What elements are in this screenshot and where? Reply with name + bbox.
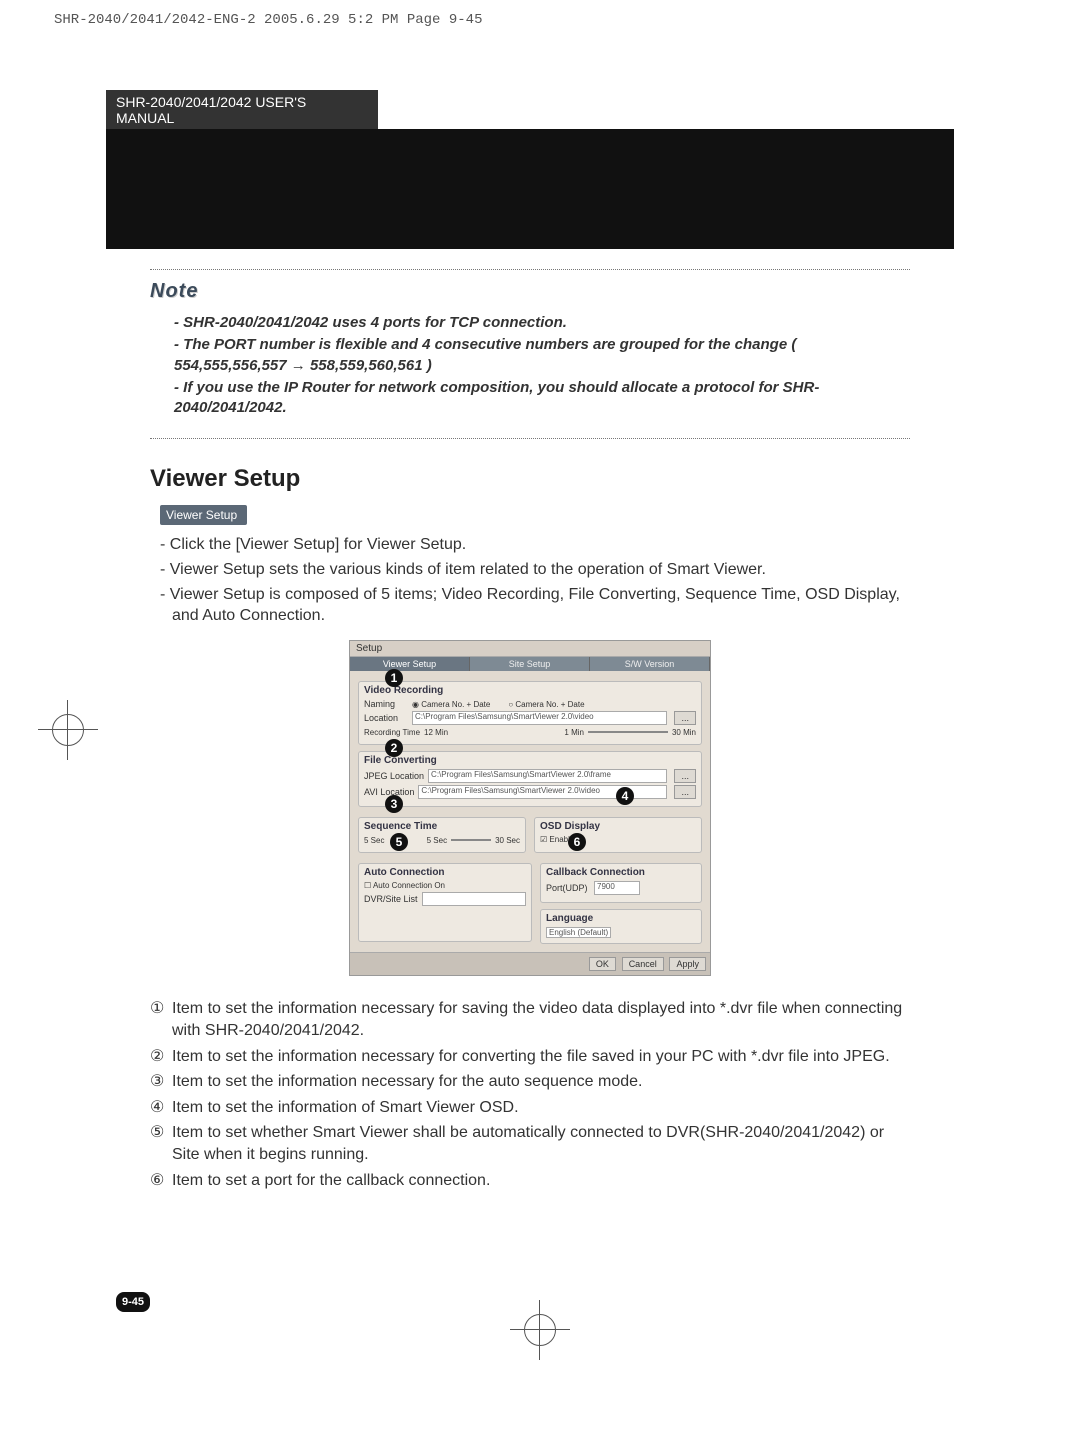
group-sequence-time: Sequence Time 5 Sec 5 Sec 30 Sec	[358, 817, 526, 853]
seq-slider[interactable]	[451, 839, 491, 841]
cancel-button[interactable]: Cancel	[622, 957, 664, 971]
note-body: - SHR-2040/2041/2042 uses 4 ports for TC…	[174, 313, 910, 418]
group-auto-connection: Auto Connection ☐ Auto Connection On DVR…	[358, 863, 532, 942]
label-location: Location	[364, 713, 408, 723]
group-osd-display: OSD Display ☑ Enable	[534, 817, 702, 853]
tab-viewer-setup[interactable]: Viewer Setup	[350, 657, 470, 671]
manual-header: SHR-2040/2041/2042 USER'S MANUAL	[106, 90, 378, 130]
note-line: - The PORT number is flexible and 4 cons…	[174, 335, 910, 376]
group-file-converting: File Converting JPEG Location C:\Program…	[358, 751, 702, 807]
location-input[interactable]: C:\Program Files\Samsung\SmartViewer 2.0…	[412, 711, 667, 725]
seq-cur: 5 Sec	[364, 836, 384, 845]
group-title: Callback Connection	[546, 867, 696, 878]
group-title: Auto Connection	[364, 867, 526, 878]
dialog-footer: OK Cancel Apply	[350, 952, 710, 975]
legend-text: Item to set the information necessary fo…	[172, 1046, 890, 1068]
manual-page: SHR-2040/2041/2042 USER'S MANUAL Note - …	[120, 90, 940, 1290]
legend-marker: ⑥	[150, 1170, 172, 1192]
radio-option-a[interactable]: ◉ Camera No. + Date	[412, 700, 490, 709]
osd-checkbox[interactable]: ☑ Enable	[540, 835, 696, 844]
crop-mark-text: SHR-2040/2041/2042-ENG-2 2005.6.29 5:2 P…	[54, 12, 482, 28]
setup-dialog-screenshot: Setup Viewer Setup Site Setup S/W Versio…	[349, 640, 711, 976]
tab-site-setup[interactable]: Site Setup	[470, 657, 590, 671]
divider	[150, 438, 910, 439]
browse-button[interactable]: ...	[674, 769, 696, 783]
port-input[interactable]: 7900	[594, 881, 640, 895]
page-number-badge: 9-45	[116, 1292, 150, 1312]
group-title: Video Recording	[364, 685, 696, 696]
browse-button[interactable]: ...	[674, 785, 696, 799]
header-black-bar	[106, 129, 954, 249]
group-callback-connection: Callback Connection Port(UDP) 7900	[540, 863, 702, 903]
seq-high: 30 Sec	[495, 836, 520, 845]
legend-list: ①Item to set the information necessary f…	[150, 998, 910, 1191]
dialog-tabs: Viewer Setup Site Setup S/W Version	[350, 657, 710, 671]
label-naming: Naming	[364, 699, 408, 709]
legend-text: Item to set the information of Smart Vie…	[172, 1097, 519, 1119]
radio-option-b[interactable]: ○ Camera No. + Date	[508, 700, 584, 709]
label-rectime: Recording Time	[364, 728, 420, 737]
note-heading: Note	[150, 280, 910, 303]
group-title: Sequence Time	[364, 821, 520, 832]
legend-marker: ⑤	[150, 1122, 172, 1165]
label-dvrlist: DVR/Site List	[364, 894, 418, 904]
group-video-recording: Video Recording Naming ◉ Camera No. + Da…	[358, 681, 702, 745]
section-bullets: - Click the [Viewer Setup] for Viewer Se…	[150, 535, 910, 626]
section-title: Viewer Setup	[150, 465, 910, 493]
bullet: - Viewer Setup is composed of 5 items; V…	[160, 585, 910, 627]
dvr-list-select[interactable]	[422, 892, 526, 906]
registration-mark-left	[38, 700, 98, 760]
legend-marker: ①	[150, 998, 172, 1041]
label-port: Port(UDP)	[546, 883, 590, 893]
group-title: OSD Display	[540, 821, 696, 832]
jpeg-location-input[interactable]: C:\Program Files\Samsung\SmartViewer 2.0…	[428, 769, 667, 783]
rec-slider[interactable]	[588, 731, 668, 733]
rec-high: 30 Min	[672, 728, 696, 737]
rec-total: 12 Min	[424, 728, 448, 737]
registration-mark-bottom	[510, 1300, 570, 1360]
legend-marker: ④	[150, 1097, 172, 1119]
ok-button[interactable]: OK	[589, 957, 616, 971]
browse-button[interactable]: ...	[674, 711, 696, 725]
label-jpeg: JPEG Location	[364, 771, 424, 781]
legend-text: Item to set the information necessary fo…	[172, 1071, 642, 1093]
legend-marker: ③	[150, 1071, 172, 1093]
legend-marker: ②	[150, 1046, 172, 1068]
note-line: - If you use the IP Router for network c…	[174, 378, 910, 419]
auto-conn-checkbox[interactable]: ☐ Auto Connection On	[364, 881, 526, 890]
viewer-setup-button[interactable]: Viewer Setup	[160, 505, 247, 525]
group-title: File Converting	[364, 755, 696, 766]
bullet: - Viewer Setup sets the various kinds of…	[160, 560, 910, 581]
bullet: - Click the [Viewer Setup] for Viewer Se…	[160, 535, 910, 556]
divider	[150, 269, 910, 270]
dialog-title: Setup	[350, 641, 710, 657]
legend-text: Item to set a port for the callback conn…	[172, 1170, 490, 1192]
button-label: Viewer Setup	[166, 508, 237, 522]
language-select[interactable]: English (Default)	[546, 927, 611, 938]
tab-sw-version[interactable]: S/W Version	[590, 657, 710, 671]
rec-low: 1 Min	[564, 728, 584, 737]
group-language: Language English (Default)	[540, 909, 702, 944]
seq-low: 5 Sec	[427, 836, 447, 845]
legend-text: Item to set the information necessary fo…	[172, 998, 910, 1041]
note-line: - SHR-2040/2041/2042 uses 4 ports for TC…	[174, 313, 910, 333]
legend-text: Item to set whether Smart Viewer shall b…	[172, 1122, 910, 1165]
apply-button[interactable]: Apply	[669, 957, 706, 971]
group-title: Language	[546, 913, 696, 924]
